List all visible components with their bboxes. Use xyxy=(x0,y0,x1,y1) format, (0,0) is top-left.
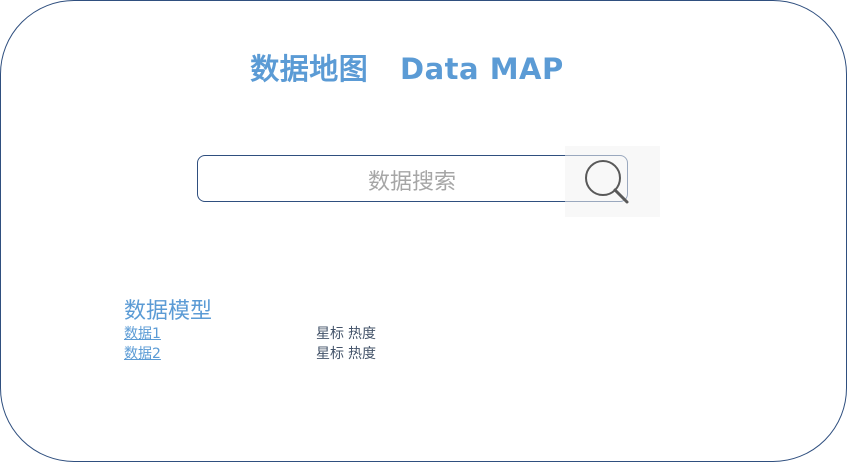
heat-label: 热度 xyxy=(348,326,376,342)
heat-label: 热度 xyxy=(348,346,376,362)
data-model-heading: 数据模型 xyxy=(124,299,213,324)
search-input[interactable]: 数据搜索 xyxy=(197,155,628,202)
list-item: 数据2 星标 热度 xyxy=(124,343,424,363)
list-item: 数据1 星标 热度 xyxy=(124,323,424,343)
star-label[interactable]: 星标 xyxy=(316,326,344,342)
item-meta: 星标 热度 xyxy=(316,323,380,343)
data-link-2[interactable]: 数据2 xyxy=(124,343,161,363)
search-placeholder: 数据搜索 xyxy=(367,170,456,195)
data-link-1[interactable]: 数据1 xyxy=(124,323,161,343)
star-label[interactable]: 星标 xyxy=(316,346,344,362)
page-title: 数据地图 Data MAP xyxy=(250,52,564,86)
search-button[interactable] xyxy=(565,146,660,217)
search-icon xyxy=(585,160,629,204)
item-meta: 星标 热度 xyxy=(316,343,380,363)
